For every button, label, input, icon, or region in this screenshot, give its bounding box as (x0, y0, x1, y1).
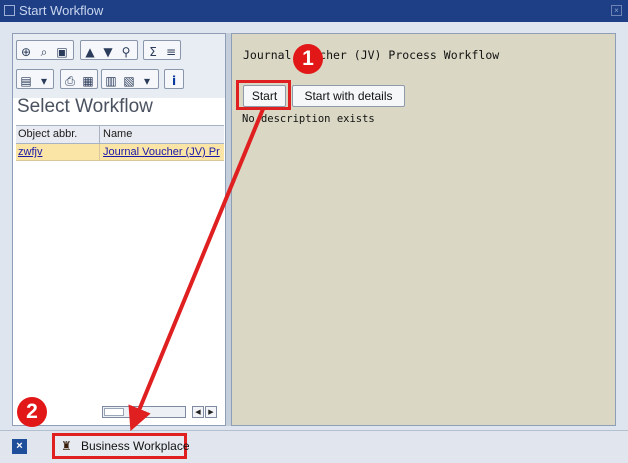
view-icon[interactable]: ▦ (79, 72, 97, 90)
column-header-name[interactable]: Name (103, 128, 132, 140)
status-bar: × ♜ Business Workplace (0, 430, 628, 463)
change-layout-icon[interactable]: ▧ (120, 72, 138, 90)
start-highlight-box (236, 80, 291, 110)
window-title: Start Workflow (19, 3, 104, 18)
window-titlebar: Start Workflow × (0, 0, 628, 22)
table-header: Object abbr. Name (16, 125, 224, 144)
horizontal-scrollbar[interactable]: ◀ ▶ (102, 405, 224, 419)
binoculars-icon[interactable]: ⚲ (117, 43, 135, 61)
toolbar-group-7: i (164, 69, 184, 89)
workplace-icon: ♜ (61, 439, 72, 453)
subtotal-icon[interactable]: ≡ (162, 43, 180, 61)
column-header-object-abbr[interactable]: Object abbr. (18, 128, 77, 140)
workflow-name-link[interactable]: Journal Voucher (JV) Pr (103, 146, 224, 158)
left-toolbar: ⊕ ⌕ ▣ ▲ ▼ ⚲ Σ ≡ ▤ ▾ ⎙ ▦ ▥ ▧ ▾ i (13, 34, 225, 98)
workflow-description: No description exists (242, 113, 375, 125)
close-icon[interactable]: × (12, 439, 27, 454)
toolbar-group-3: Σ ≡ (143, 40, 181, 60)
toolbar-group-4: ▤ ▾ (16, 69, 54, 89)
copy-icon[interactable]: ▣ (53, 43, 71, 61)
close-icon[interactable]: × (611, 5, 622, 16)
layout-dropdown-icon[interactable]: ▾ (138, 72, 156, 90)
toolbar-group-1: ⊕ ⌕ ▣ (16, 40, 74, 60)
sort-icon[interactable]: ▲ (81, 43, 99, 61)
toolbar-group-5: ⎙ ▦ (60, 69, 98, 89)
step-badge-2: 2 (17, 397, 47, 427)
start-with-details-button[interactable]: Start with details (292, 85, 405, 107)
print-icon[interactable]: ⎙ (61, 72, 79, 90)
scroll-left-icon[interactable]: ◀ (192, 406, 204, 418)
layout-icon[interactable]: ▥ (102, 72, 120, 90)
toolbar-group-2: ▲ ▼ ⚲ (80, 40, 138, 60)
select-workflow-panel: ⊕ ⌕ ▣ ▲ ▼ ⚲ Σ ≡ ▤ ▾ ⎙ ▦ ▥ ▧ ▾ i Select Workflow O… (12, 33, 226, 426)
sum-icon[interactable]: Σ (144, 43, 162, 61)
find-icon[interactable]: ⌕ (35, 43, 53, 61)
table-row[interactable]: zwfjv Journal Voucher (JV) Pr (16, 144, 224, 161)
step-badge-1: 1 (293, 44, 323, 74)
dropdown-icon[interactable]: ▾ (35, 72, 53, 90)
scroll-right-icon[interactable]: ▶ (205, 406, 217, 418)
info-icon[interactable]: i (165, 72, 183, 90)
select-workflow-title: Select Workflow (17, 96, 153, 117)
toolbar-group-6: ▥ ▧ ▾ (101, 69, 159, 89)
window-icon (4, 5, 15, 16)
export-icon[interactable]: ▤ (17, 72, 35, 90)
object-abbr-link[interactable]: zwfjv (18, 146, 42, 158)
scrollbar-thumb[interactable] (104, 408, 124, 416)
scrollbar-track[interactable] (102, 406, 186, 418)
business-workplace-button[interactable]: ♜ Business Workplace (52, 433, 190, 459)
filter-icon[interactable]: ▼ (99, 43, 117, 61)
workflow-title: Journal Voucher (JV) Process Workflow (243, 48, 500, 62)
details-icon[interactable]: ⊕ (17, 43, 35, 61)
business-workplace-label: Business Workplace (81, 439, 190, 453)
